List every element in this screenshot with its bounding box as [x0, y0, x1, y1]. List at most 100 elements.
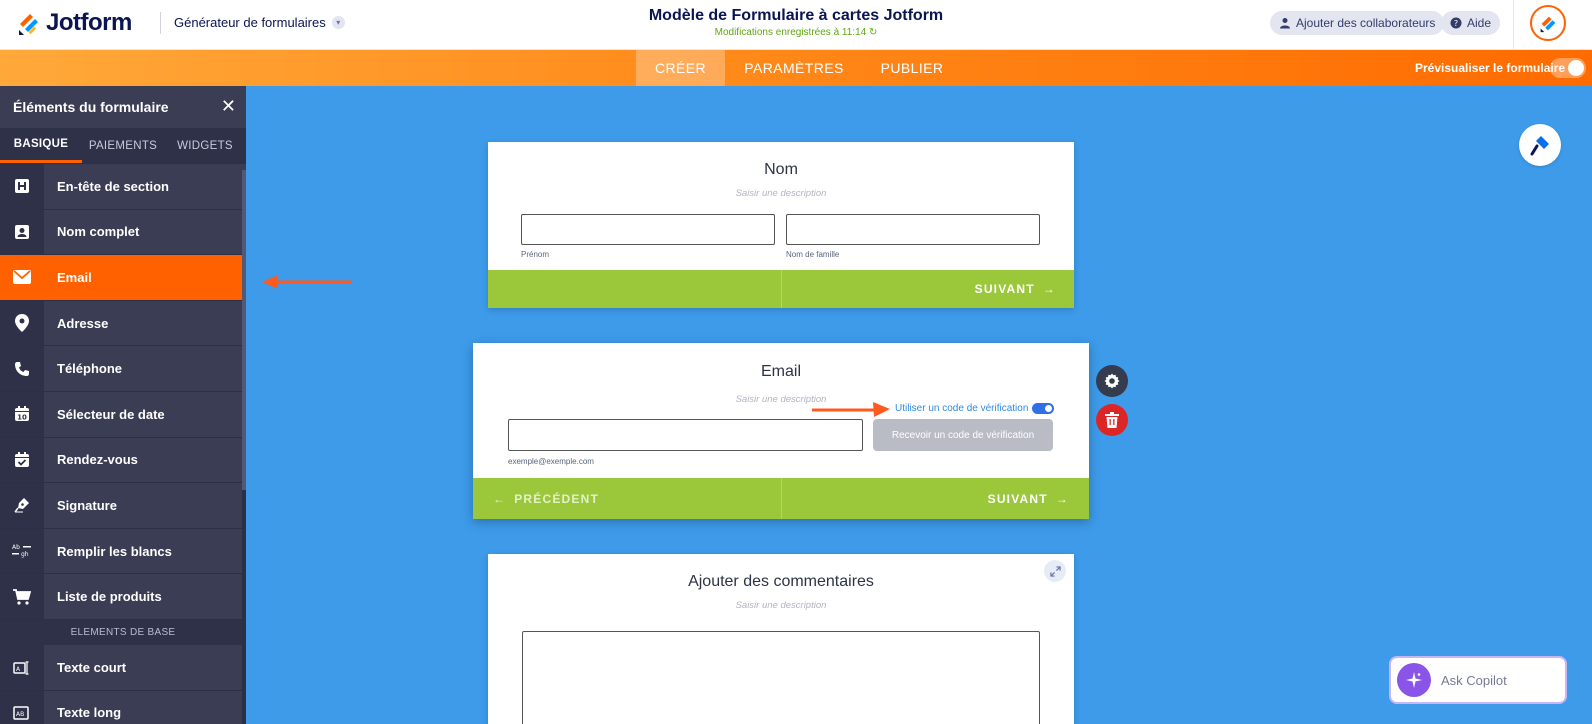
top-header: Jotform Générateur de formulaires ▾ Modè…	[0, 0, 1592, 50]
card-title[interactable]: Ajouter des commentaires	[488, 573, 1074, 591]
panel-tabs: BASIQUE PAIEMENTS WIDGETS	[0, 128, 246, 164]
panel-title: Éléments du formulaire	[13, 99, 169, 115]
gear-icon	[1104, 373, 1120, 389]
email-sublabel: exemple@exemple.com	[508, 457, 594, 466]
sidebar-item-label: Adresse	[57, 315, 109, 331]
logo-wordmark: Jotform	[46, 9, 132, 36]
sidebar-item-label: Remplir les blancs	[57, 543, 172, 559]
annotation-arrow-right	[812, 402, 890, 417]
verification-toggle[interactable]	[1032, 403, 1055, 414]
trash-icon	[1105, 412, 1119, 428]
arrow-right-icon: →	[1055, 491, 1069, 506]
tab-widgets[interactable]: WIDGETS	[164, 128, 246, 163]
sidebar-item-short-text[interactable]: A Texte court	[0, 644, 246, 691]
map-pin-icon	[0, 300, 44, 346]
last-name-sublabel: Nom de famille	[786, 250, 840, 259]
svg-text:A: A	[16, 666, 21, 673]
svg-text:10: 10	[17, 414, 27, 422]
sidebar-item-label: Téléphone	[57, 361, 123, 377]
card-title[interactable]: Nom	[488, 161, 1074, 179]
footer-divider	[781, 270, 782, 308]
card-description[interactable]: Saisir une description	[488, 600, 1074, 611]
last-name-field[interactable]	[786, 214, 1040, 245]
card-footer: SUIVANT →	[488, 270, 1074, 308]
first-name-field[interactable]	[521, 214, 775, 245]
cart-icon	[0, 574, 44, 619]
footer-divider	[781, 478, 782, 519]
delete-button[interactable]	[1096, 404, 1128, 436]
verification-label: Utiliser un code de vérification	[895, 403, 1029, 414]
tab-basic[interactable]: BASIQUE	[0, 128, 82, 163]
header-divider	[160, 12, 161, 34]
ask-copilot-button[interactable]: Ask Copilot	[1389, 656, 1567, 704]
sidebar-item-long-text[interactable]: AB Texte long	[0, 690, 246, 724]
verification-option[interactable]: Utiliser un code de vérification	[895, 403, 1055, 414]
properties-button[interactable]	[1096, 365, 1128, 397]
sidebar-item-section-header[interactable]: En-tête de section	[0, 164, 246, 210]
sidebar-item-label: En-tête de section	[57, 178, 169, 194]
expand-button[interactable]	[1044, 560, 1066, 582]
form-elements-panel: Éléments du formulaire ✕ BASIQUE PAIEMEN…	[0, 86, 246, 724]
first-name-sublabel: Prénom	[521, 250, 550, 259]
add-collaborators-label: Ajouter des collaborateurs	[1296, 16, 1436, 30]
panel-scrollbar-thumb[interactable]	[242, 170, 246, 490]
sparkle-icon	[1397, 663, 1431, 697]
ask-copilot-label: Ask Copilot	[1441, 672, 1507, 688]
get-verification-code-button[interactable]: Recevoir un code de vérification	[873, 419, 1053, 451]
avatar-logo-icon	[1540, 16, 1556, 33]
comments-textarea[interactable]	[522, 631, 1040, 724]
next-button[interactable]: SUIVANT →	[975, 270, 1056, 308]
fill-blanks-icon: Ab gh	[0, 528, 44, 574]
card-email[interactable]: Email Saisir une description Utiliser un…	[473, 343, 1089, 519]
sidebar-item-label: Texte court	[57, 659, 127, 675]
preview-toggle[interactable]	[1550, 58, 1586, 78]
help-button[interactable]: ? Aide	[1441, 11, 1501, 35]
tab-create[interactable]: CRÉER	[636, 50, 725, 86]
sidebar-item-appointment[interactable]: Rendez-vous	[0, 437, 246, 484]
builder-menu[interactable]: Générateur de formulaires ▾	[174, 15, 345, 30]
paint-roller-icon	[1530, 136, 1549, 156]
form-designer-button[interactable]	[1519, 124, 1561, 166]
sidebar-item-label: Liste de produits	[57, 589, 162, 605]
builder-menu-label: Générateur de formulaires	[174, 15, 326, 30]
tab-payments[interactable]: PAIEMENTS	[82, 128, 164, 163]
heading-icon	[0, 164, 44, 209]
short-text-icon: A	[0, 644, 44, 690]
next-label: SUIVANT	[987, 491, 1048, 506]
add-collaborators-button[interactable]: Ajouter des collaborateurs	[1270, 11, 1445, 35]
calendar-icon: 10	[0, 391, 44, 437]
card-comments[interactable]: Ajouter des commentaires Saisir une desc…	[488, 554, 1074, 724]
sidebar-item-email[interactable]: Email	[0, 255, 246, 301]
close-icon[interactable]: ✕	[221, 96, 236, 117]
sidebar-item-signature[interactable]: Signature	[0, 483, 246, 529]
save-status-text: Modifications enregistrées à 11:14	[714, 27, 867, 38]
chevron-down-icon: ▾	[331, 16, 345, 29]
sidebar-item-label: Signature	[57, 497, 117, 513]
pen-nib-icon	[0, 483, 44, 528]
sidebar-item-fill-blanks[interactable]: Ab gh Remplir les blancs	[0, 528, 246, 575]
card-name[interactable]: Nom Saisir une description Prénom Nom de…	[488, 142, 1074, 308]
sidebar-item-address[interactable]: Adresse	[0, 300, 246, 347]
sidebar-item-full-name[interactable]: Nom complet	[0, 209, 246, 256]
sidebar-item-label: Texte long	[57, 705, 122, 721]
svg-text:?: ?	[1454, 19, 1458, 28]
next-button[interactable]: SUIVANT →	[988, 478, 1069, 519]
sidebar-item-product-list[interactable]: Liste de produits	[0, 574, 246, 620]
refresh-icon: ↻	[868, 27, 878, 38]
sidebar-item-label: Rendez-vous	[57, 452, 138, 468]
avatar[interactable]	[1530, 5, 1566, 41]
previous-button[interactable]: ← PRÉCÉDENT	[493, 478, 599, 519]
sidebar-item-date-picker[interactable]: 10 Sélecteur de date	[0, 391, 246, 438]
contact-card-icon	[0, 209, 44, 255]
card-description[interactable]: Saisir une description	[488, 188, 1074, 199]
jotform-logo[interactable]: Jotform	[16, 9, 132, 37]
elements-list: En-tête de section Nom complet Email Adr…	[0, 164, 246, 724]
tab-settings[interactable]: PARAMÈTRES	[737, 50, 851, 86]
long-text-icon: AB	[0, 690, 44, 724]
email-field[interactable]	[508, 419, 863, 451]
tab-publish[interactable]: PUBLIER	[874, 50, 950, 86]
svg-text:gh: gh	[21, 551, 29, 558]
card-title[interactable]: Email	[473, 363, 1089, 381]
jotform-logo-icon	[19, 14, 38, 35]
sidebar-item-phone[interactable]: Téléphone	[0, 346, 246, 392]
